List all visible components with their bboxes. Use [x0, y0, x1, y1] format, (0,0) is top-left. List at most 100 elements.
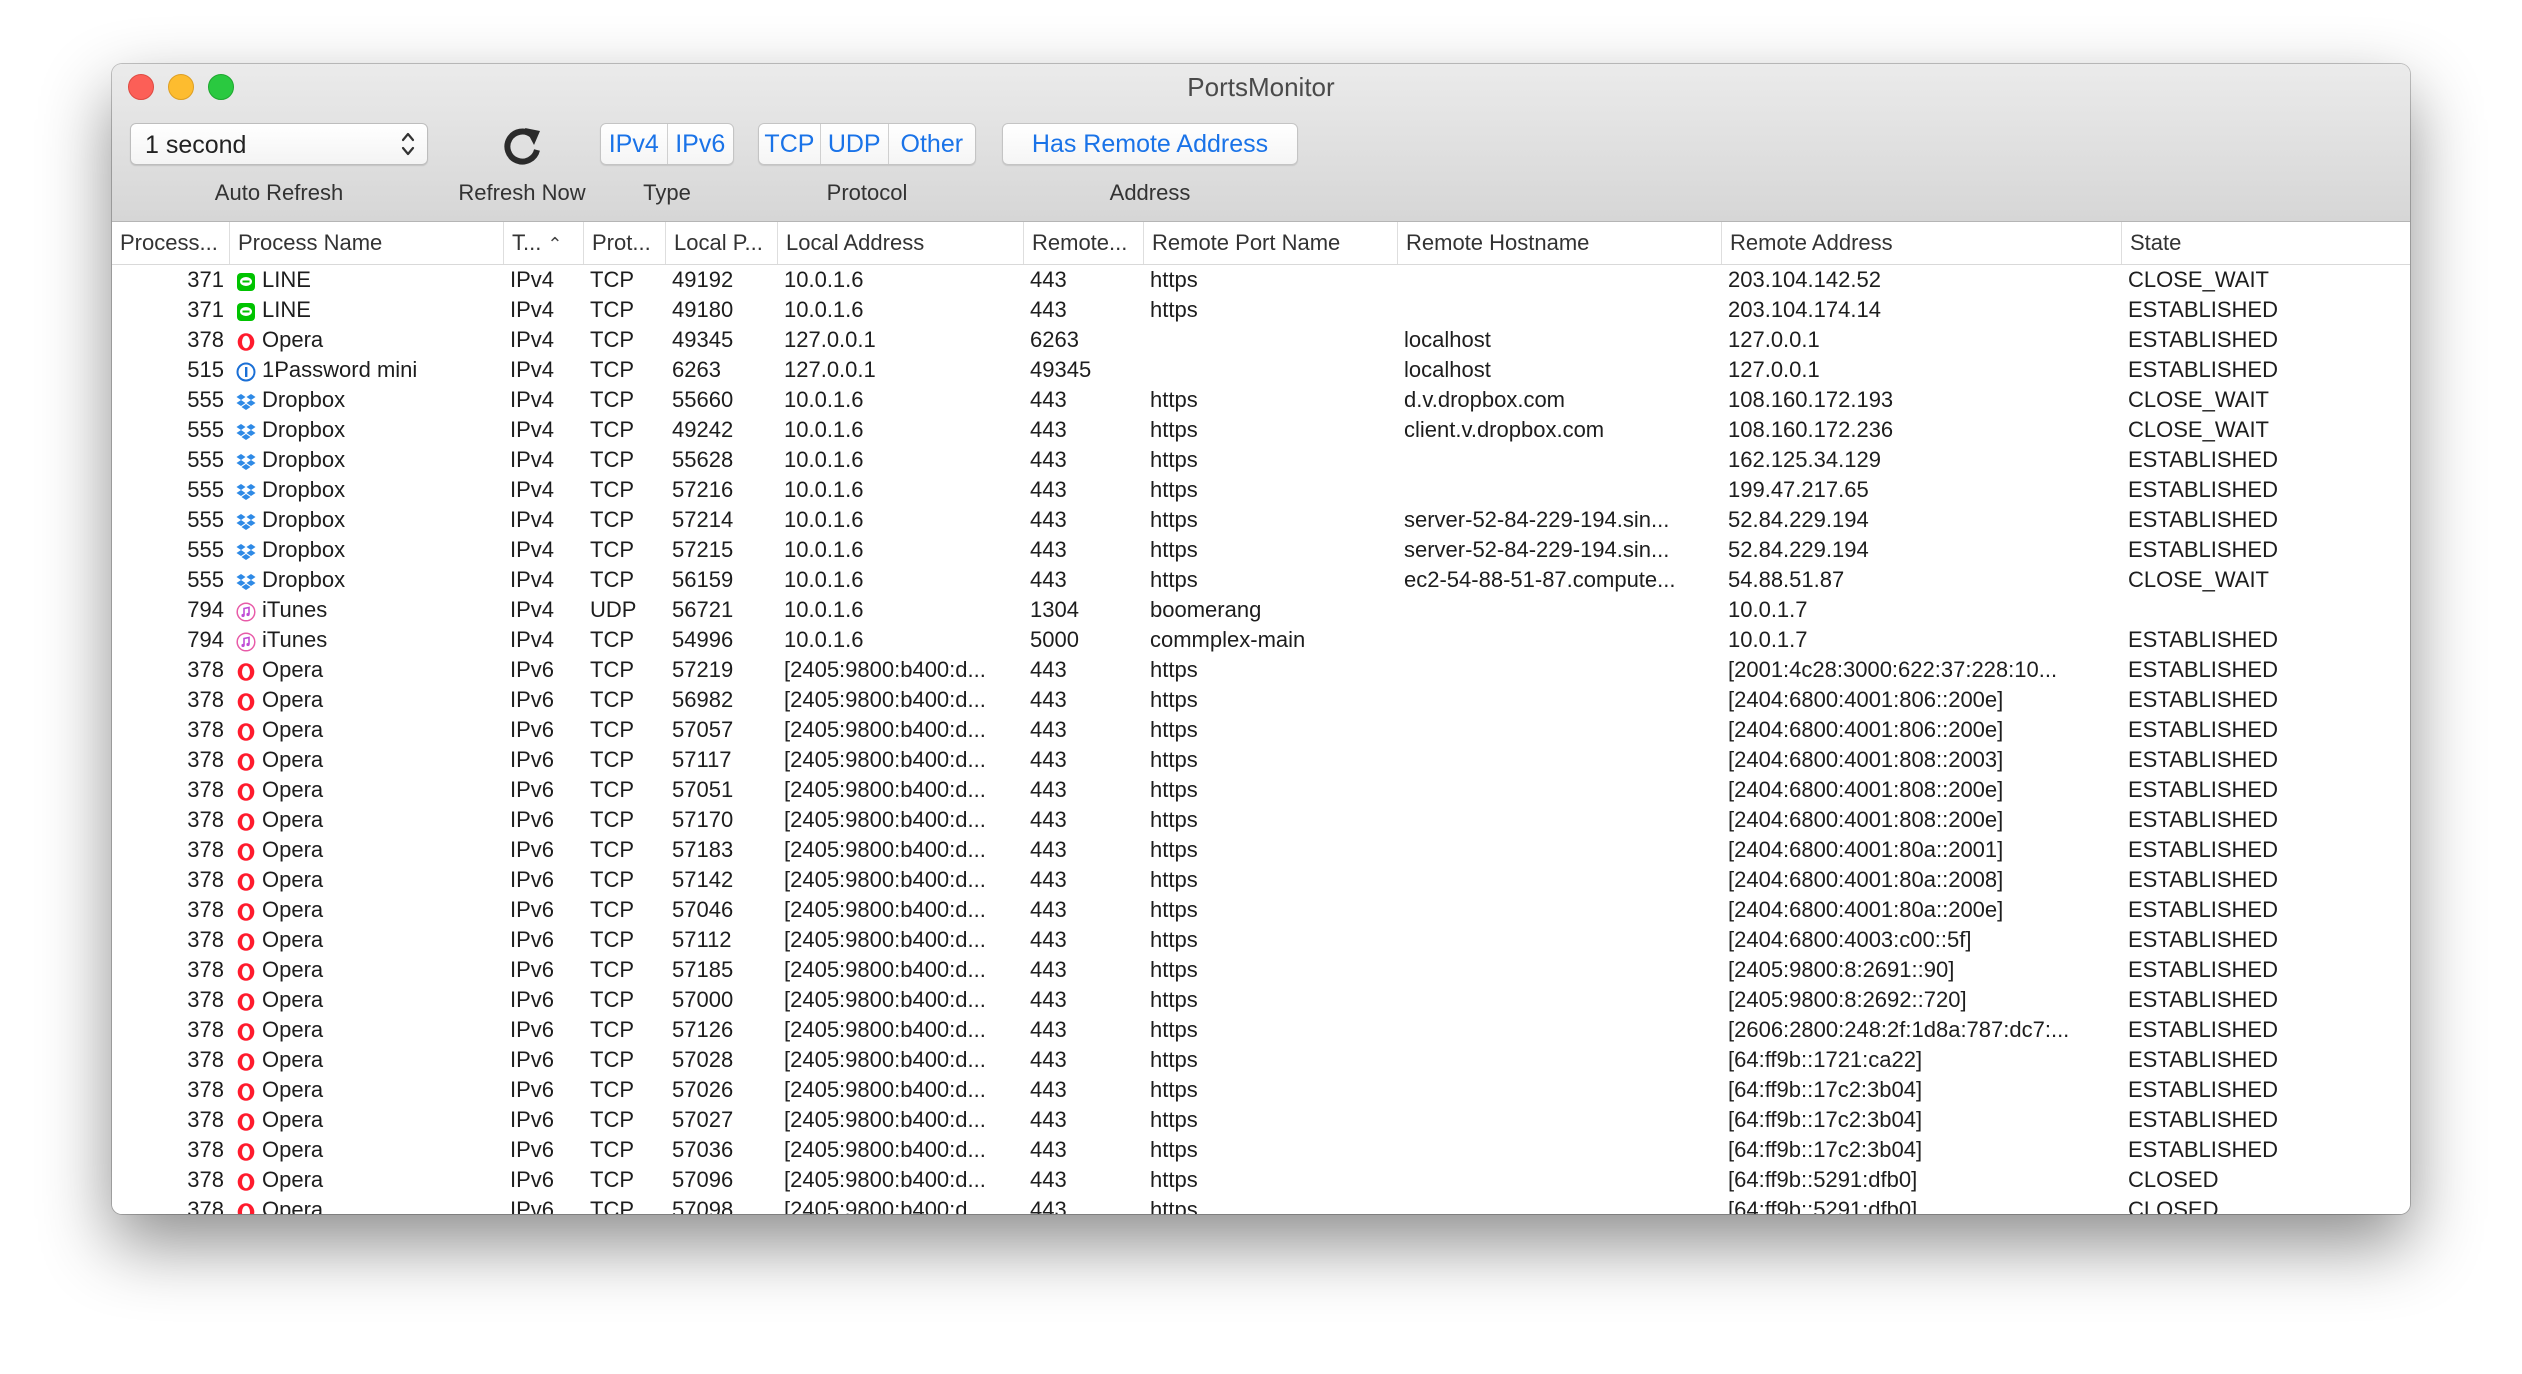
cell-rportname: https — [1150, 417, 1198, 442]
table-row[interactable]: 378 Opera IPv6 TCP 56982 [2405:9800:b400:d...… — [112, 685, 2410, 715]
type-label: Type — [643, 180, 691, 205]
refresh-icon[interactable] — [494, 120, 550, 172]
table-row[interactable]: 378 Opera IPv6 TCP 57098 [2405:9800:b400:d...… — [112, 1195, 2410, 1214]
table-row[interactable]: 378 Opera IPv6 TCP 57027 [2405:9800:b400:d...… — [112, 1105, 2410, 1135]
table-row[interactable]: 555 Dropbox IPv4 TCP 56159 10.0.1.6 443 https ec… — [112, 565, 2410, 595]
column-header-laddr[interactable]: Local Address — [778, 222, 1024, 264]
table-row[interactable]: 515 1Password mini IPv4 TCP 6263 127.0.0.1 493… — [112, 355, 2410, 385]
table-row[interactable]: 378 Opera IPv6 TCP 57028 [2405:9800:b400:d...… — [112, 1045, 2410, 1075]
itunes-icon — [236, 600, 256, 622]
table-row[interactable]: 378 Opera IPv6 TCP 57185 [2405:9800:b400:d...… — [112, 955, 2410, 985]
cell-pid: 555 — [187, 477, 224, 502]
table-row[interactable]: 378 Opera IPv4 TCP 49345 127.0.0.1 6263 localho… — [112, 325, 2410, 355]
process-name-text: Dropbox — [262, 537, 346, 562]
cell-lport: 56721 — [672, 597, 734, 622]
process-name-text: Opera — [262, 1047, 324, 1072]
cell-lport: 57142 — [672, 867, 734, 892]
table-row[interactable]: 794 iTunes IPv4 UDP 56721 10.0.1.6 1304 boomera… — [112, 595, 2410, 625]
type-ipv4-toggle[interactable]: IPv4 — [601, 124, 667, 164]
column-header-type[interactable]: T... ⌃ — [504, 222, 584, 264]
cell-rport: 443 — [1030, 777, 1067, 802]
protocol-udp-toggle[interactable]: UDP — [819, 124, 888, 164]
table-row[interactable]: 378 Opera IPv6 TCP 57183 [2405:9800:b400:d...… — [112, 835, 2410, 865]
has-remote-address-toggle[interactable]: Has Remote Address — [1003, 124, 1297, 164]
table-row[interactable]: 378 Opera IPv6 TCP 57036 [2405:9800:b400:d...… — [112, 1135, 2410, 1165]
column-header-raddr[interactable]: Remote Address — [1722, 222, 2122, 264]
cell-rhost — [1398, 955, 1722, 985]
process-name-text: Opera — [262, 747, 324, 772]
cell-rport: 443 — [1030, 867, 1067, 892]
column-header-lport[interactable]: Local P... — [666, 222, 778, 264]
cell-proto: TCP — [590, 327, 634, 352]
cell-rportname: https — [1150, 1137, 1198, 1162]
cell-pid: 378 — [187, 957, 224, 982]
column-header-name[interactable]: Process Name — [230, 222, 504, 264]
cell-pid: 378 — [187, 327, 224, 352]
table-row[interactable]: 378 Opera IPv6 TCP 57142 [2405:9800:b400:d...… — [112, 865, 2410, 895]
table-row[interactable]: 371 LINE IPv4 TCP 49192 10.0.1.6 443 https 203.1… — [112, 265, 2410, 295]
cell-rportname: https — [1150, 537, 1198, 562]
table-row[interactable]: 555 Dropbox IPv4 TCP 57216 10.0.1.6 443 https 19… — [112, 475, 2410, 505]
column-header-label: Local Address — [786, 230, 925, 255]
cell-name: iTunes — [230, 625, 504, 655]
cell-rport: 443 — [1030, 657, 1067, 682]
type-ipv6-toggle[interactable]: IPv6 — [666, 124, 734, 164]
cell-laddr: [2405:9800:b400:d... — [784, 1017, 986, 1042]
protocol-tcp-toggle[interactable]: TCP — [759, 124, 820, 164]
cell-rhost: ec2-54-88-51-87.compute... — [1404, 567, 1676, 592]
cell-rhost — [1398, 865, 1722, 895]
column-header-pid[interactable]: Process... — [112, 222, 230, 264]
table-row[interactable]: 378 Opera IPv6 TCP 57000 [2405:9800:b400:d...… — [112, 985, 2410, 1015]
column-header-rhost[interactable]: Remote Hostname — [1398, 222, 1722, 264]
table-row[interactable]: 378 Opera IPv6 TCP 57112 [2405:9800:b400:d...… — [112, 925, 2410, 955]
column-header-rport[interactable]: Remote... — [1024, 222, 1144, 264]
process-name-text: Dropbox — [262, 417, 346, 442]
table-row[interactable]: 555 Dropbox IPv4 TCP 57214 10.0.1.6 443 https se… — [112, 505, 2410, 535]
table-row[interactable]: 378 Opera IPv6 TCP 57117 [2405:9800:b400:d...… — [112, 745, 2410, 775]
cell-raddr: 203.104.174.14 — [1728, 297, 1881, 322]
column-header-proto[interactable]: Prot... — [584, 222, 666, 264]
table-row[interactable]: 378 Opera IPv6 TCP 57026 [2405:9800:b400:d...… — [112, 1075, 2410, 1105]
cell-state: ESTABLISHED — [2128, 927, 2278, 952]
table-row[interactable]: 378 Opera IPv6 TCP 57096 [2405:9800:b400:d...… — [112, 1165, 2410, 1195]
table-row[interactable]: 555 Dropbox IPv4 TCP 55660 10.0.1.6 443 https d.… — [112, 385, 2410, 415]
table-row[interactable]: 794 iTunes IPv4 TCP 54996 10.0.1.6 5000 commple… — [112, 625, 2410, 655]
cell-type: IPv6 — [510, 867, 555, 892]
auto-refresh-popup[interactable]: 1 second — [130, 123, 428, 165]
table-row[interactable]: 378 Opera IPv6 TCP 57170 [2405:9800:b400:d...… — [112, 805, 2410, 835]
table-row[interactable]: 378 Opera IPv6 TCP 57057 [2405:9800:b400:d...… — [112, 715, 2410, 745]
address-label: Address — [1109, 180, 1191, 205]
cell-name: Opera — [230, 715, 504, 745]
cell-pid: 371 — [187, 267, 224, 292]
cell-rport: 443 — [1030, 807, 1067, 832]
column-header-state[interactable]: State — [2122, 222, 2410, 264]
cell-state: ESTABLISHED — [2128, 837, 2278, 862]
cell-rport: 443 — [1030, 687, 1067, 712]
column-header-rportname[interactable]: Remote Port Name — [1144, 222, 1398, 264]
cell-name: Opera — [230, 775, 504, 805]
table-row[interactable]: 378 Opera IPv6 TCP 57051 [2405:9800:b400:d...… — [112, 775, 2410, 805]
cell-lport: 56159 — [672, 567, 734, 592]
cell-pid: 378 — [187, 987, 224, 1012]
cell-proto: TCP — [590, 657, 634, 682]
table-row[interactable]: 371 LINE IPv4 TCP 49180 10.0.1.6 443 https 203.1… — [112, 295, 2410, 325]
process-name-text: Opera — [262, 1017, 324, 1042]
cell-rportname: https — [1150, 297, 1198, 322]
cell-state: ESTABLISHED — [2128, 477, 2278, 502]
table-row[interactable]: 378 Opera IPv6 TCP 57046 [2405:9800:b400:d...… — [112, 895, 2410, 925]
column-header-label: Process Name — [238, 230, 383, 255]
cell-type: IPv6 — [510, 1077, 555, 1102]
dropbox-icon — [236, 540, 256, 560]
table-row[interactable]: 555 Dropbox IPv4 TCP 55628 10.0.1.6 443 https 16… — [112, 445, 2410, 475]
cell-rport: 443 — [1030, 1137, 1067, 1162]
protocol-other-toggle[interactable]: Other — [887, 124, 975, 164]
table-row[interactable]: 378 Opera IPv6 TCP 57126 [2405:9800:b400:d...… — [112, 1015, 2410, 1045]
cell-laddr: 10.0.1.6 — [784, 387, 864, 412]
table-row[interactable]: 555 Dropbox IPv4 TCP 49242 10.0.1.6 443 https cl… — [112, 415, 2410, 445]
cell-lport: 55660 — [672, 387, 734, 412]
cell-proto: TCP — [590, 1077, 634, 1102]
table-row[interactable]: 555 Dropbox IPv4 TCP 57215 10.0.1.6 443 https se… — [112, 535, 2410, 565]
table-row[interactable]: 378 Opera IPv6 TCP 57219 [2405:9800:b400:d...… — [112, 655, 2410, 685]
cell-rportname: https — [1150, 1077, 1198, 1102]
cell-raddr: [2404:6800:4001:80a::200e] — [1728, 897, 2004, 922]
